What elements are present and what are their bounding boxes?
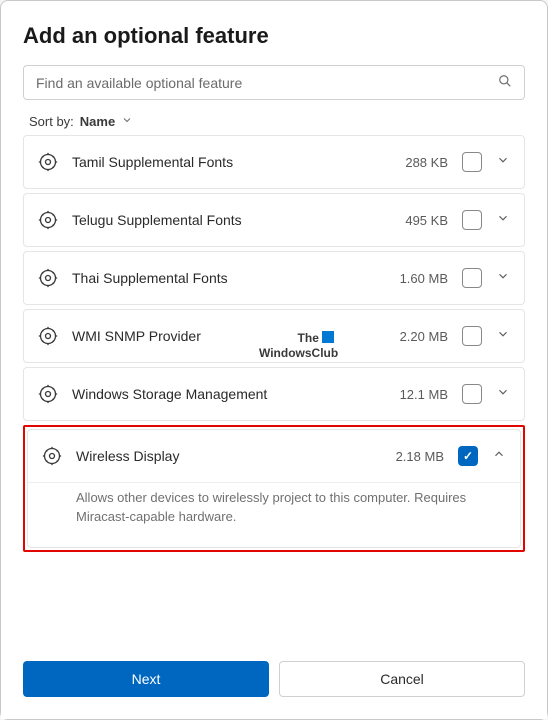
next-button[interactable]: Next <box>23 661 269 697</box>
search-input[interactable] <box>36 75 498 91</box>
sort-bar[interactable]: Sort by: Name <box>23 114 525 129</box>
dialog-content: Add an optional feature Sort by: Name Ta… <box>1 1 547 645</box>
feature-name: WMI SNMP Provider <box>72 328 370 344</box>
feature-size: 288 KB <box>384 155 448 170</box>
feature-icon <box>38 268 58 288</box>
feature-icon <box>38 152 58 172</box>
dialog-window: Add an optional feature Sort by: Name Ta… <box>0 0 548 720</box>
feature-row[interactable]: Windows Storage Management 12.1 MB <box>23 367 525 421</box>
feature-icon <box>38 326 58 346</box>
feature-size: 2.20 MB <box>384 329 448 344</box>
feature-checkbox[interactable] <box>462 152 482 172</box>
chevron-down-icon[interactable] <box>496 269 510 288</box>
sort-label: Sort by: <box>29 114 74 129</box>
feature-name: Thai Supplemental Fonts <box>72 270 370 286</box>
chevron-up-icon[interactable] <box>492 447 506 466</box>
chevron-down-icon[interactable] <box>496 327 510 346</box>
feature-row[interactable]: Tamil Supplemental Fonts 288 KB <box>23 135 525 189</box>
feature-list[interactable]: Tamil Supplemental Fonts 288 KB Telugu S… <box>23 135 525 645</box>
feature-icon <box>38 210 58 230</box>
feature-checkbox[interactable] <box>462 210 482 230</box>
feature-row[interactable]: Thai Supplemental Fonts 1.60 MB <box>23 251 525 305</box>
feature-checkbox[interactable] <box>462 268 482 288</box>
feature-size: 1.60 MB <box>384 271 448 286</box>
dialog-footer: Next Cancel <box>1 645 547 719</box>
feature-description: Allows other devices to wirelessly proje… <box>28 482 520 547</box>
feature-row[interactable]: Telugu Supplemental Fonts 495 KB <box>23 193 525 247</box>
sort-value: Name <box>80 114 115 129</box>
feature-name: Tamil Supplemental Fonts <box>72 154 370 170</box>
feature-checkbox[interactable]: ✓ <box>458 446 478 466</box>
chevron-down-icon[interactable] <box>496 153 510 172</box>
chevron-down-icon[interactable] <box>496 211 510 230</box>
feature-name: Wireless Display <box>76 448 366 464</box>
feature-row[interactable]: Wireless Display 2.18 MB ✓ Allows other … <box>27 429 521 548</box>
feature-name: Telugu Supplemental Fonts <box>72 212 370 228</box>
search-icon <box>498 74 512 91</box>
chevron-down-icon <box>121 114 133 129</box>
cancel-button[interactable]: Cancel <box>279 661 525 697</box>
feature-checkbox[interactable] <box>462 384 482 404</box>
feature-icon <box>38 384 58 404</box>
feature-icon <box>42 446 62 466</box>
page-title: Add an optional feature <box>23 23 525 49</box>
feature-name: Windows Storage Management <box>72 386 370 402</box>
highlight-box: Wireless Display 2.18 MB ✓ Allows other … <box>23 425 525 552</box>
chevron-down-icon[interactable] <box>496 385 510 404</box>
feature-size: 2.18 MB <box>380 449 444 464</box>
feature-size: 495 KB <box>384 213 448 228</box>
feature-checkbox[interactable] <box>462 326 482 346</box>
feature-size: 12.1 MB <box>384 387 448 402</box>
search-box[interactable] <box>23 65 525 100</box>
feature-row[interactable]: WMI SNMP Provider 2.20 MB <box>23 309 525 363</box>
